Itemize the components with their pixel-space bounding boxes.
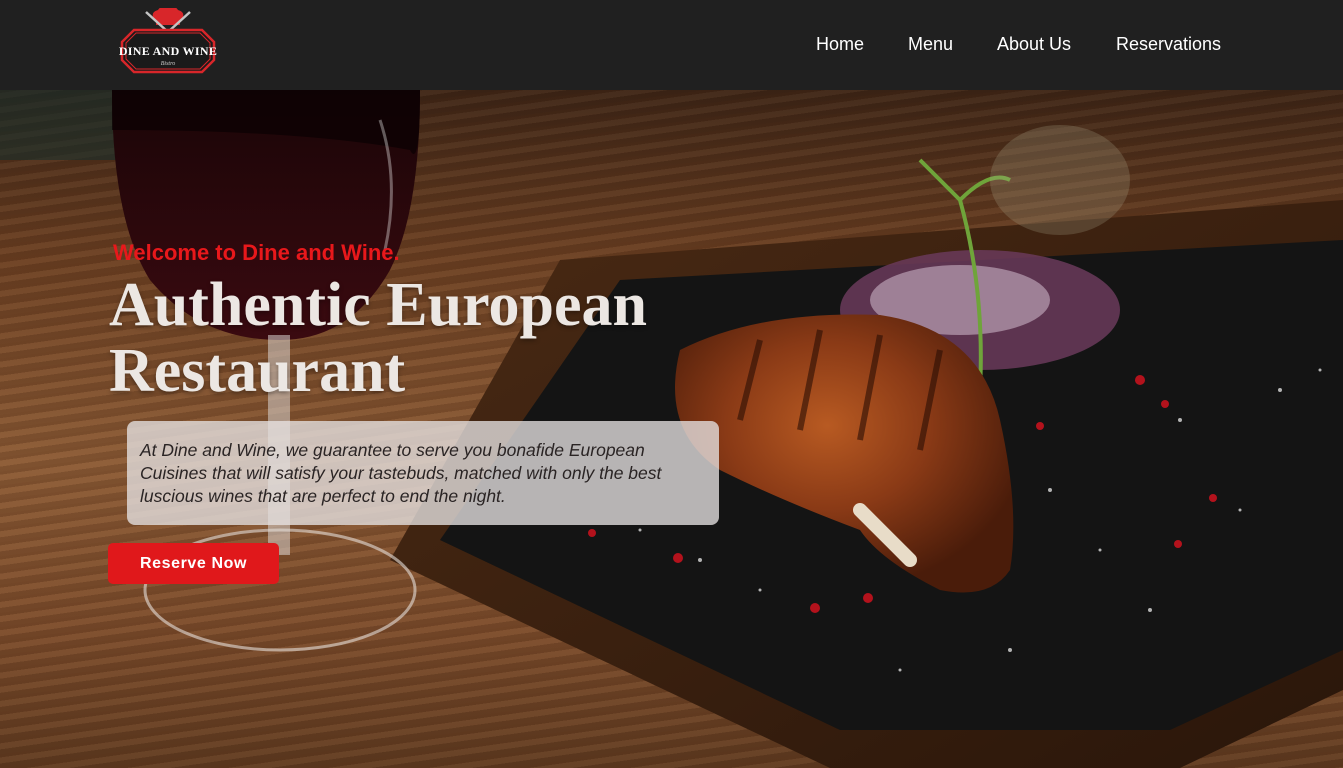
hero-headline: Authentic European Restaurant: [109, 272, 729, 404]
svg-text:Bistro: Bistro: [161, 61, 175, 67]
nav-about-us-link[interactable]: About Us: [997, 34, 1071, 55]
reserve-now-button[interactable]: Reserve Now: [108, 543, 279, 584]
nav-home-link[interactable]: Home: [816, 34, 864, 55]
hero-description: At Dine and Wine, we guarantee to serve …: [140, 440, 662, 506]
main-nav: Home Menu About Us Reservations: [0, 34, 1343, 58]
welcome-text: Welcome to Dine and Wine.: [113, 240, 400, 265]
headline-line-1: Authentic European: [109, 271, 647, 339]
nav-reservations-link[interactable]: Reservations: [1116, 34, 1221, 55]
headline-line-2: Restaurant: [109, 337, 406, 405]
hero-section: Welcome to Dine and Wine. Authentic Euro…: [0, 90, 1343, 768]
description-box: At Dine and Wine, we guarantee to serve …: [127, 421, 719, 525]
site-header: DINE AND WINE Bistro Home Menu About Us …: [0, 0, 1343, 90]
nav-menu-link[interactable]: Menu: [908, 34, 953, 55]
